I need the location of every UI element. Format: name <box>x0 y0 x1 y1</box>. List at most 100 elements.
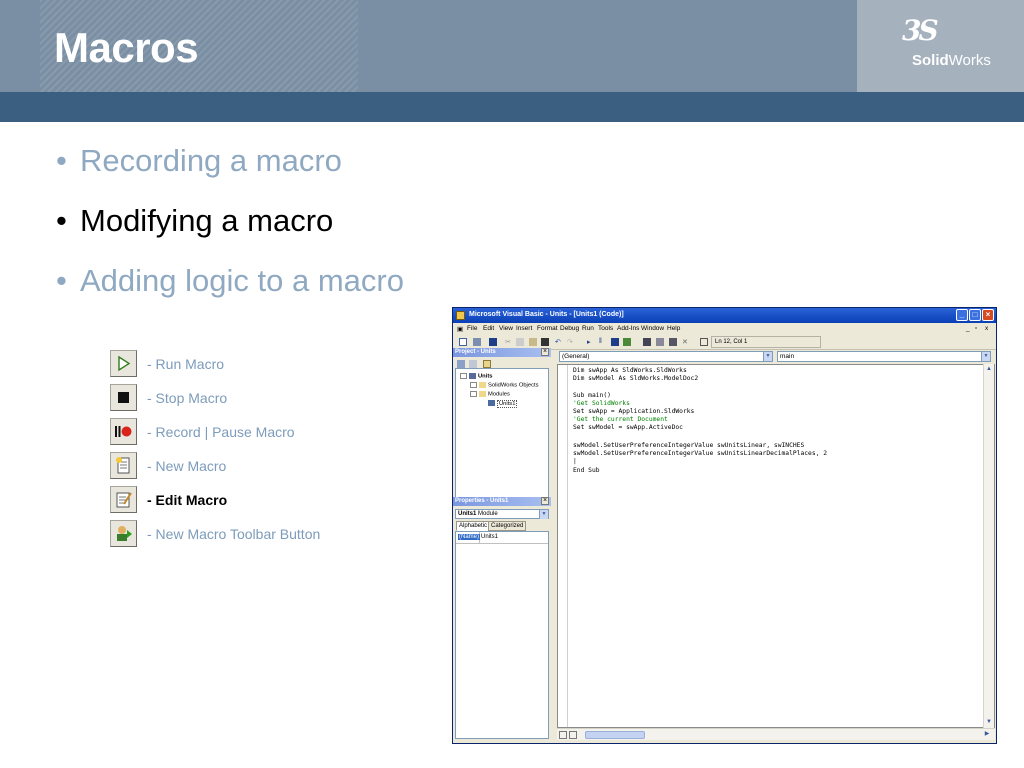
menu-insert[interactable]: Insert <box>516 325 532 332</box>
view-code-icon[interactable] <box>457 360 465 368</box>
run-macro-button[interactable] <box>110 350 137 377</box>
menu-tools[interactable]: Tools <box>598 325 613 332</box>
vertical-scrollbar[interactable]: ▲ ▼ <box>983 364 994 728</box>
new-macro-button[interactable] <box>110 452 137 479</box>
collapse-icon <box>460 373 467 379</box>
properties-grid: (Name) Units1 <box>455 531 549 739</box>
project-pane-title: Project - Units <box>453 348 551 357</box>
stop-macro-button[interactable] <box>110 384 137 411</box>
close-button[interactable]: × <box>982 309 994 321</box>
menu-edit[interactable]: Edit <box>483 325 494 332</box>
tab-categorized[interactable]: Categorized <box>488 521 527 531</box>
tab-alphabetic[interactable]: Alphabetic <box>456 521 491 531</box>
project-pane-toolbar <box>455 359 549 368</box>
stop-macro-icon <box>118 392 129 403</box>
tool-row-new: - New Macro <box>110 452 390 480</box>
chevron-down-icon: ▼ <box>539 510 548 519</box>
property-name[interactable]: (Name) <box>458 534 481 540</box>
code-comment-line: 'Get SolidWorks <box>573 400 630 407</box>
cursor-position: Ln 12, Col 1 <box>715 339 748 345</box>
menu-file[interactable]: File <box>467 325 477 332</box>
object-combo-value: (General) <box>562 353 590 360</box>
logo-brand-bold: Solid <box>912 52 949 69</box>
toolbox-icon[interactable]: ✕ <box>682 338 690 346</box>
tool-row-stop: - Stop Macro <box>110 384 390 412</box>
menu-add-ins[interactable]: Add-Ins <box>617 325 639 332</box>
tool-row-run: - Run Macro <box>110 350 390 378</box>
edit-macro-icon <box>116 492 132 508</box>
menu-view[interactable]: View <box>499 325 513 332</box>
bullet-text: Recording a macro <box>80 143 342 178</box>
reset-icon[interactable] <box>611 338 619 346</box>
scroll-thumb[interactable] <box>585 731 645 739</box>
view-object-icon[interactable] <box>469 360 477 368</box>
expand-icon <box>470 382 477 388</box>
procedure-view-icon[interactable] <box>559 731 567 739</box>
copy-icon[interactable] <box>516 338 524 346</box>
cut-icon[interactable]: ✂ <box>505 338 513 346</box>
properties-object-select[interactable]: Units1 Module ▼ <box>455 509 549 519</box>
menu-window[interactable]: Window <box>641 325 664 332</box>
object-browser-icon[interactable] <box>669 338 677 346</box>
bullet-adding-logic: • Adding logic to a macro <box>56 263 404 298</box>
scroll-right-icon[interactable]: ▶ <box>983 730 991 738</box>
help-icon[interactable] <box>700 338 708 346</box>
open-folder-icon <box>479 391 486 397</box>
project-explorer-icon[interactable] <box>643 338 651 346</box>
scroll-up-icon[interactable]: ▲ <box>985 365 993 373</box>
full-module-view-icon[interactable] <box>569 731 577 739</box>
project-icon <box>469 373 476 379</box>
run-macro-icon <box>118 355 131 372</box>
properties-pane: Units1 Module ▼ Alphabetic Categorized (N… <box>455 507 549 742</box>
bullet-text: Adding logic to a macro <box>80 263 404 298</box>
tree-item-modules[interactable]: Modules <box>470 391 510 398</box>
properties-pane-title: Properties - Units1 <box>453 497 551 506</box>
save-icon[interactable] <box>489 338 497 346</box>
tree-item-units[interactable]: Units <box>460 373 493 380</box>
module-icon <box>488 400 495 406</box>
tool-row-edit: - Edit Macro <box>110 486 390 514</box>
code-window-header: (General) ▼ main ▼ <box>557 350 994 364</box>
maximize-button[interactable]: □ <box>969 309 981 321</box>
properties-window-icon[interactable] <box>656 338 664 346</box>
design-mode-icon[interactable] <box>623 338 631 346</box>
menu-debug[interactable]: Debug <box>560 325 579 332</box>
solidworks-logo: 3S SolidWorks <box>898 14 991 74</box>
code-line: swModel.SetUserPreferenceIntegerValue sw… <box>573 442 805 449</box>
menu-format[interactable]: Format <box>537 325 558 332</box>
tree-label: Units1 <box>497 399 518 408</box>
edit-macro-button[interactable] <box>110 486 137 513</box>
doc-close-icon[interactable]: x <box>985 325 988 332</box>
grid-row-line <box>456 543 548 544</box>
new-macro-toolbar-button[interactable] <box>110 520 137 547</box>
object-combo[interactable]: (General) ▼ <box>559 351 773 362</box>
break-icon[interactable]: ‖ <box>599 338 607 346</box>
project-pane-close-icon[interactable]: × <box>541 348 549 356</box>
record-pause-macro-button[interactable] <box>110 418 137 445</box>
paste-icon[interactable] <box>529 338 537 346</box>
tree-label: SolidWorks Objects <box>488 382 539 389</box>
undo-icon[interactable]: ↶ <box>555 338 563 346</box>
menu-help[interactable]: Help <box>667 325 680 332</box>
code-line: swModel.SetUserPreferenceIntegerValue sw… <box>573 450 828 457</box>
doc-restore-icon[interactable]: ▫ <box>975 325 977 332</box>
doc-minimize-icon[interactable]: _ <box>966 325 970 332</box>
insert-module-icon[interactable] <box>473 338 481 346</box>
property-value[interactable]: Units1 <box>481 534 498 540</box>
view-host-icon[interactable] <box>459 338 467 346</box>
logo-wordmark: SolidWorks <box>912 52 991 69</box>
procedure-combo[interactable]: main ▼ <box>777 351 991 362</box>
scroll-down-icon[interactable]: ▼ <box>985 718 993 726</box>
toggle-folders-icon[interactable] <box>483 360 491 368</box>
horizontal-scrollbar[interactable]: ▶ <box>557 728 995 740</box>
find-icon[interactable] <box>541 338 549 346</box>
menu-run[interactable]: Run <box>582 325 594 332</box>
properties-pane-close-icon[interactable]: × <box>541 497 549 505</box>
tree-item-solidworks-objects[interactable]: SolidWorks Objects <box>470 382 538 389</box>
run-icon[interactable]: ▸ <box>587 338 595 346</box>
minimize-button[interactable]: _ <box>956 309 968 321</box>
menu-icon: ▣ <box>457 326 464 333</box>
tree-item-units1[interactable]: Units1 <box>488 399 518 408</box>
redo-icon[interactable]: ↷ <box>567 338 575 346</box>
code-editor[interactable]: Dim swApp As SldWorks.SldWorks Dim swMod… <box>557 364 995 728</box>
